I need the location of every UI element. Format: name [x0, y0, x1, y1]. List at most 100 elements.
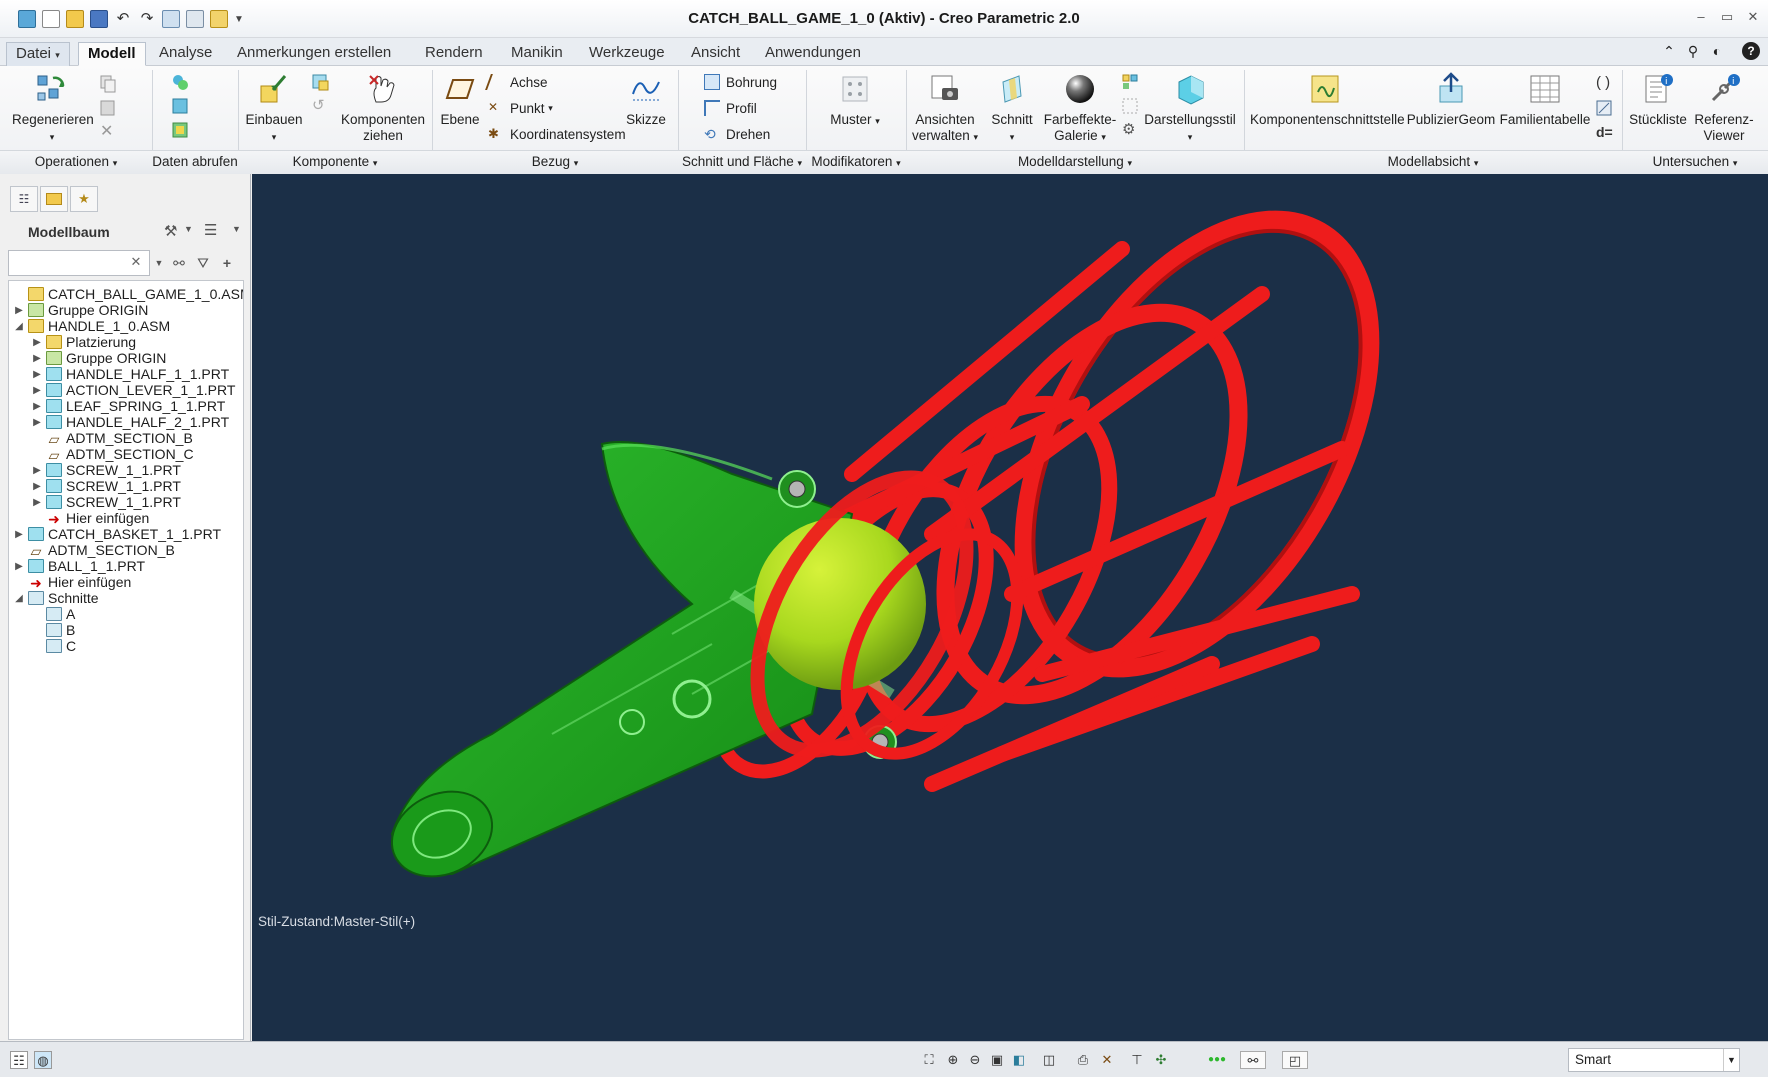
parameters-icon[interactable]	[1594, 98, 1614, 118]
achse-button[interactable]: Achse	[485, 74, 548, 90]
annotation-display-icon[interactable]: ⊤	[1128, 1051, 1146, 1069]
familientabelle-button[interactable]: Familientabelle	[1498, 72, 1592, 128]
search-icon[interactable]: ⚲	[1684, 42, 1702, 60]
minimize-ribbon-icon[interactable]: ⌃	[1660, 42, 1678, 60]
group-modellabsicht[interactable]: Modellabsicht ▾	[1244, 150, 1622, 174]
tab-rendern[interactable]: Rendern	[416, 42, 492, 66]
new-file-icon[interactable]	[42, 10, 60, 28]
show-navigator-icon[interactable]: ☷	[10, 1051, 28, 1069]
filter-icon[interactable]: ⛛	[194, 254, 212, 272]
reorient-icon[interactable]: ▣	[988, 1051, 1006, 1069]
expand-icon[interactable]: ▶	[13, 529, 25, 540]
tab-datei[interactable]: Datei ▾	[6, 42, 70, 66]
expand-icon[interactable]: ▶	[13, 305, 25, 316]
favorites-tab[interactable]: ★	[70, 186, 98, 212]
close-window-icon[interactable]	[210, 10, 228, 28]
profil-button[interactable]: Profil	[704, 100, 757, 116]
komponentenschnittstelle-button[interactable]: Komponentenschnittstelle	[1250, 72, 1405, 128]
windows-icon[interactable]	[186, 10, 204, 28]
muster-button[interactable]: Muster ▾	[822, 72, 888, 129]
einbauen-button[interactable]: Einbauen ▾	[244, 72, 304, 145]
spin-center-icon[interactable]: ✣	[1152, 1051, 1170, 1069]
expand-icon[interactable]: ▶	[31, 369, 43, 380]
show-options-icon[interactable]: ☰	[204, 221, 217, 239]
show-browser-icon[interactable]: ◍	[34, 1051, 52, 1069]
saved-orientations-icon[interactable]: ◧	[1010, 1051, 1028, 1069]
display-style-icon[interactable]: ◫	[1040, 1051, 1058, 1069]
tree-item[interactable]: C	[9, 637, 76, 655]
merge-icon[interactable]	[170, 120, 190, 140]
regenerieren-button[interactable]: Regenerieren ▾	[12, 72, 94, 145]
drehen-button[interactable]: ⟲ Drehen	[704, 126, 770, 142]
expand-icon[interactable]: ▶	[13, 561, 25, 572]
koordinatensystem-button[interactable]: ✱ Koordinatensystem	[488, 126, 626, 142]
tree-settings-icon[interactable]: ⚒	[164, 222, 177, 240]
display-style-shaded-icon[interactable]	[1120, 72, 1140, 92]
redo-icon[interactable]: ↷	[138, 10, 156, 28]
regenerate-icon[interactable]	[162, 10, 180, 28]
relations-icon[interactable]: ( )	[1596, 74, 1610, 91]
bohrung-button[interactable]: Bohrung	[704, 74, 777, 90]
tree-settings-dropdown-icon[interactable]: ▼	[184, 224, 193, 234]
group-daten-abrufen[interactable]: Daten abrufen ▾	[152, 150, 238, 190]
group-operationen[interactable]: Operationen ▾	[0, 150, 152, 174]
close-icon[interactable]: ✕	[1742, 8, 1764, 26]
shrinkwrap-icon[interactable]	[170, 96, 190, 116]
paste-icon[interactable]	[98, 98, 118, 118]
model-3d-view[interactable]	[252, 174, 1768, 1041]
expand-icon[interactable]: ▶	[31, 465, 43, 476]
tab-ansicht[interactable]: Ansicht	[682, 42, 749, 66]
selection-box-icon[interactable]: ◰	[1282, 1051, 1308, 1069]
model-tree-tab[interactable]: ☷	[10, 186, 38, 212]
ebene-button[interactable]: Ebene	[438, 72, 482, 128]
add-column-icon[interactable]: +	[218, 254, 236, 272]
create-component-icon[interactable]	[310, 72, 330, 92]
help-icon[interactable]: ?	[1742, 42, 1760, 60]
tab-werkzeuge[interactable]: Werkzeuge	[580, 42, 674, 66]
community-icon[interactable]: ◐	[1708, 42, 1726, 60]
tab-modell[interactable]: Modell	[78, 42, 146, 66]
expand-icon[interactable]: ▶	[31, 337, 43, 348]
tab-anmerkungen[interactable]: Anmerkungen erstellen	[228, 42, 400, 66]
find-icon[interactable]: ⚯	[1240, 1051, 1266, 1069]
zoom-in-icon[interactable]: ⊕	[944, 1051, 962, 1069]
expand-icon[interactable]: ▶	[31, 385, 43, 396]
referenz-viewer-button[interactable]: i Referenz- Viewer	[1690, 72, 1758, 144]
expand-icon[interactable]: ▶	[31, 417, 43, 428]
expand-icon[interactable]: ▶	[31, 353, 43, 364]
maximize-icon[interactable]: ▭	[1716, 8, 1738, 26]
darstellungsstil-button[interactable]: Darstellungsstil ▾	[1140, 72, 1240, 145]
undo-icon[interactable]: ↶	[114, 10, 132, 28]
search-dropdown-icon[interactable]: ▼	[150, 254, 168, 272]
save-icon[interactable]	[90, 10, 108, 28]
tab-anwendungen[interactable]: Anwendungen	[756, 42, 870, 66]
minimize-icon[interactable]: –	[1690, 8, 1712, 26]
refit-icon[interactable]: ⛶	[920, 1051, 938, 1069]
group-modelldarstellung[interactable]: Modelldarstellung ▾	[906, 150, 1244, 174]
group-schnitt-und-flaeche[interactable]: Schnitt und Fläche ▾	[678, 150, 806, 174]
datum-display-icon[interactable]: ✕	[1098, 1051, 1116, 1069]
show-options-dropdown-icon[interactable]: ▼	[232, 224, 241, 234]
group-modifikatoren[interactable]: Modifikatoren ▾	[806, 150, 906, 174]
zoom-out-icon[interactable]: ⊖	[966, 1051, 984, 1069]
view-manager-icon[interactable]: ⎙	[1074, 1051, 1092, 1069]
folder-browser-tab[interactable]	[40, 186, 68, 212]
d-equals-icon[interactable]: d=	[1596, 124, 1613, 140]
delete-icon[interactable]: ✕	[100, 121, 113, 141]
stueckliste-button[interactable]: i Stückliste	[1626, 72, 1690, 128]
customize-dropdown-icon[interactable]: ▼	[234, 14, 244, 25]
group-komponente[interactable]: Komponente ▾	[238, 150, 432, 174]
data-transfer-icon[interactable]	[170, 72, 190, 92]
settings-icon[interactable]: ⚙	[1122, 120, 1135, 138]
open-file-icon[interactable]	[66, 10, 84, 28]
expand-icon[interactable]: ▶	[31, 497, 43, 508]
ansichten-verwalten-button[interactable]: Ansichten verwalten ▾	[910, 72, 980, 145]
repeat-icon[interactable]: ↺	[312, 96, 325, 114]
punkt-button[interactable]: ✕ Punkt ▾	[488, 100, 553, 116]
graphics-window[interactable]: Stil-Zustand:Master-Stil(+)	[252, 174, 1768, 1041]
display-style-wire-icon[interactable]	[1120, 96, 1140, 116]
publiziergeom-button[interactable]: PublizierGeom	[1404, 72, 1498, 128]
collapse-icon[interactable]: ◢	[13, 321, 25, 332]
copy-icon[interactable]	[98, 74, 118, 94]
clear-search-icon[interactable]: ✕	[128, 251, 144, 273]
